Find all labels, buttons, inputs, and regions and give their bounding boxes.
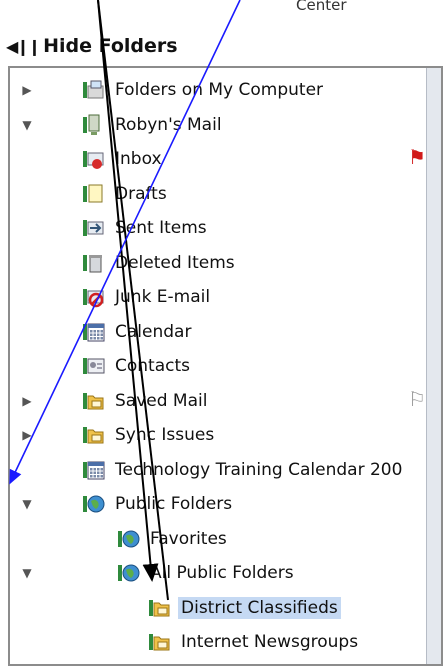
folder-label: All Public Folders [150,563,294,583]
folder-label: Junk E-mail [115,287,211,307]
folder-saved-mail[interactable]: ▶ Saved Mail ⚐ [22,385,426,417]
folder-sync-issues[interactable]: ▶ Sync Issues [22,419,217,451]
folder-pane: ▶ Folders on My Computer ▼ Robyn's Mail Inbo… [8,66,443,666]
disclosure-triangle-closed-icon[interactable]: ▶ [20,428,34,442]
globe-icon [117,527,141,551]
junk-icon [82,285,106,309]
folder-label: Technology Training Calendar 200 [115,459,403,480]
red-flag-icon[interactable]: ⚑ [408,145,426,169]
folder-favorites[interactable]: Favorites [117,523,230,555]
server-icon [82,113,106,137]
globe-icon [82,492,106,516]
folder-label: Public Folders [115,494,233,514]
drafts-icon [82,182,106,206]
folder-inbox[interactable]: Inbox ⚑ [82,143,426,175]
folder-label: Saved Mail [115,390,208,411]
folder-all-public-folders[interactable]: ▼ All Public Folders [22,557,297,589]
inbox-icon [82,147,106,171]
hide-folders-icon: ◀❙❙ [6,36,41,56]
folder-folders-on-my-computer[interactable]: ▶ Folders on My Computer [22,74,326,106]
folder-contacts[interactable]: Contacts [82,350,193,382]
computer-folder-icon [82,78,106,102]
folder-label: Sync Issues [115,425,215,445]
folder-label: Robyn's Mail [115,114,222,135]
folder-district-classifieds[interactable]: District Classifieds [148,592,341,624]
top-bar: Center [0,0,443,30]
outline-flag-icon[interactable]: ⚐ [408,387,426,411]
folder-label: Favorites [150,528,227,549]
folder-internet-newsgroups[interactable]: Internet Newsgroups [148,626,361,658]
calendar-icon [82,458,106,482]
disclosure-triangle-open-icon[interactable]: ▼ [20,566,34,580]
folder-label: Contacts [115,356,190,376]
folder-icon [82,423,106,447]
disclosure-triangle-open-icon[interactable]: ▼ [20,497,34,511]
folder-label: Inbox [115,149,162,169]
calendar-icon [82,320,106,344]
folder-technology-training-calendar[interactable]: Technology Training Calendar 200 [82,454,405,486]
folder-public-folders[interactable]: ▼ Public Folders [22,488,235,520]
globe-icon [117,561,141,585]
folder-label: Drafts [115,183,167,204]
folder-label: Calendar [115,321,192,342]
disclosure-triangle-closed-icon[interactable]: ▶ [20,83,34,97]
hide-folders-label: Hide Folders [43,35,178,57]
vertical-scrollbar[interactable] [426,68,441,664]
folder-junk-email[interactable]: Junk E-mail [82,281,213,313]
disclosure-triangle-closed-icon[interactable]: ▶ [20,394,34,408]
trash-icon [82,251,106,275]
folder-icon [148,630,172,654]
folder-label: District Classifieds [178,596,341,619]
folder-label: Folders on My Computer [115,80,324,100]
folder-label: Sent Items [115,218,207,238]
folder-label: Internet Newsgroups [181,632,359,652]
folder-icon [148,596,172,620]
contacts-icon [82,354,106,378]
folder-drafts[interactable]: Drafts [82,178,170,210]
folder-deleted-items[interactable]: Deleted Items [82,247,238,279]
center-label: Center [296,0,347,14]
folder-label: Deleted Items [115,252,235,273]
folder-sent-items[interactable]: Sent Items [82,212,210,244]
sent-items-icon [82,216,106,240]
hide-folders-button[interactable]: ◀❙❙ Hide Folders [6,32,178,60]
folder-calendar[interactable]: Calendar [82,316,194,348]
folder-icon [82,389,106,413]
disclosure-triangle-open-icon[interactable]: ▼ [20,118,34,132]
folder-robyns-mail[interactable]: ▼ Robyn's Mail [22,109,225,141]
